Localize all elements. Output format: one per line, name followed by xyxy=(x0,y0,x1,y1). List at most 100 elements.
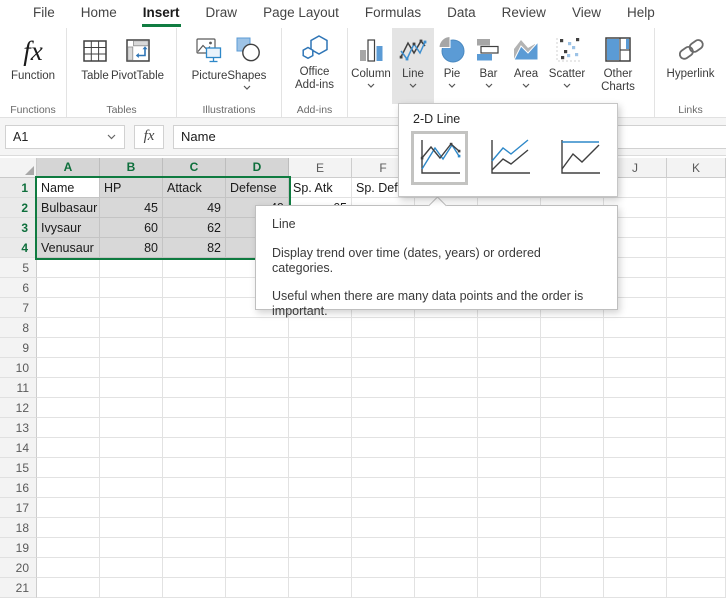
cell-I19[interactable] xyxy=(541,538,604,558)
menu-item-home[interactable]: Home xyxy=(68,0,130,28)
cell-C8[interactable] xyxy=(163,318,226,338)
cell-D13[interactable] xyxy=(226,418,289,438)
cell-C12[interactable] xyxy=(163,398,226,418)
cell-F15[interactable] xyxy=(352,458,415,478)
cell-E12[interactable] xyxy=(289,398,352,418)
cell-I20[interactable] xyxy=(541,558,604,578)
cell-I11[interactable] xyxy=(541,378,604,398)
cell-G11[interactable] xyxy=(415,378,478,398)
cell-D12[interactable] xyxy=(226,398,289,418)
cell-A8[interactable] xyxy=(37,318,100,338)
cell-I16[interactable] xyxy=(541,478,604,498)
menu-item-data[interactable]: Data xyxy=(434,0,489,28)
cell-H16[interactable] xyxy=(478,478,541,498)
menu-item-page-layout[interactable]: Page Layout xyxy=(250,0,352,28)
row-header-7[interactable]: 7 xyxy=(0,298,37,318)
cell-E21[interactable] xyxy=(289,578,352,598)
cell-A14[interactable] xyxy=(37,438,100,458)
cell-K7[interactable] xyxy=(667,298,726,318)
cell-B14[interactable] xyxy=(100,438,163,458)
row-header-16[interactable]: 16 xyxy=(0,478,37,498)
row-header-14[interactable]: 14 xyxy=(0,438,37,458)
cell-G18[interactable] xyxy=(415,518,478,538)
cell-J21[interactable] xyxy=(604,578,667,598)
cell-G15[interactable] xyxy=(415,458,478,478)
row-header-5[interactable]: 5 xyxy=(0,258,37,278)
column-header-K[interactable]: K xyxy=(667,158,726,178)
cell-K8[interactable] xyxy=(667,318,726,338)
cell-G13[interactable] xyxy=(415,418,478,438)
cell-H9[interactable] xyxy=(478,338,541,358)
cell-J19[interactable] xyxy=(604,538,667,558)
column-header-B[interactable]: B xyxy=(100,158,163,178)
column-header-E[interactable]: E xyxy=(289,158,352,178)
row-header-17[interactable]: 17 xyxy=(0,498,37,518)
cell-J20[interactable] xyxy=(604,558,667,578)
cell-H18[interactable] xyxy=(478,518,541,538)
row-header-9[interactable]: 9 xyxy=(0,338,37,358)
cell-I10[interactable] xyxy=(541,358,604,378)
cell-A17[interactable] xyxy=(37,498,100,518)
cell-E10[interactable] xyxy=(289,358,352,378)
cell-D1[interactable]: Defense xyxy=(226,178,289,198)
cell-F20[interactable] xyxy=(352,558,415,578)
cell-D8[interactable] xyxy=(226,318,289,338)
row-header-18[interactable]: 18 xyxy=(0,518,37,538)
table-button[interactable]: Table xyxy=(79,28,111,104)
cell-E19[interactable] xyxy=(289,538,352,558)
cell-H17[interactable] xyxy=(478,498,541,518)
cell-F12[interactable] xyxy=(352,398,415,418)
cell-E8[interactable] xyxy=(289,318,352,338)
bar-chart-button[interactable]: Bar xyxy=(470,28,507,104)
cell-K11[interactable] xyxy=(667,378,726,398)
menu-item-view[interactable]: View xyxy=(559,0,614,28)
cell-E15[interactable] xyxy=(289,458,352,478)
cell-B4[interactable]: 80 xyxy=(100,238,163,258)
cell-G19[interactable] xyxy=(415,538,478,558)
cell-B10[interactable] xyxy=(100,358,163,378)
cell-D16[interactable] xyxy=(226,478,289,498)
cell-K15[interactable] xyxy=(667,458,726,478)
cell-A12[interactable] xyxy=(37,398,100,418)
cell-A18[interactable] xyxy=(37,518,100,538)
cell-A6[interactable] xyxy=(37,278,100,298)
cell-B12[interactable] xyxy=(100,398,163,418)
cell-F21[interactable] xyxy=(352,578,415,598)
cell-H12[interactable] xyxy=(478,398,541,418)
cell-A16[interactable] xyxy=(37,478,100,498)
cell-G21[interactable] xyxy=(415,578,478,598)
cell-C18[interactable] xyxy=(163,518,226,538)
cell-H19[interactable] xyxy=(478,538,541,558)
cell-C3[interactable]: 62 xyxy=(163,218,226,238)
cell-F17[interactable] xyxy=(352,498,415,518)
cell-B3[interactable]: 60 xyxy=(100,218,163,238)
cell-E16[interactable] xyxy=(289,478,352,498)
cell-K13[interactable] xyxy=(667,418,726,438)
cell-C21[interactable] xyxy=(163,578,226,598)
cell-E1[interactable]: Sp. Atk xyxy=(289,178,352,198)
cell-K14[interactable] xyxy=(667,438,726,458)
insert-function-button[interactable]: fx xyxy=(134,124,164,149)
row-header-12[interactable]: 12 xyxy=(0,398,37,418)
cell-A2[interactable]: Bulbasaur xyxy=(37,198,100,218)
cell-B13[interactable] xyxy=(100,418,163,438)
cell-I17[interactable] xyxy=(541,498,604,518)
cell-F14[interactable] xyxy=(352,438,415,458)
cell-K3[interactable] xyxy=(667,218,726,238)
cell-A4[interactable]: Venusaur xyxy=(37,238,100,258)
hyperlink-button[interactable]: Hyperlink xyxy=(667,28,714,104)
cell-K16[interactable] xyxy=(667,478,726,498)
cell-I12[interactable] xyxy=(541,398,604,418)
cell-D15[interactable] xyxy=(226,458,289,478)
cell-K1[interactable] xyxy=(667,178,726,198)
cell-E14[interactable] xyxy=(289,438,352,458)
cell-C13[interactable] xyxy=(163,418,226,438)
cell-G10[interactable] xyxy=(415,358,478,378)
cell-C5[interactable] xyxy=(163,258,226,278)
cell-E9[interactable] xyxy=(289,338,352,358)
cell-G17[interactable] xyxy=(415,498,478,518)
cell-D11[interactable] xyxy=(226,378,289,398)
menu-item-draw[interactable]: Draw xyxy=(193,0,251,28)
cell-D20[interactable] xyxy=(226,558,289,578)
cell-E13[interactable] xyxy=(289,418,352,438)
